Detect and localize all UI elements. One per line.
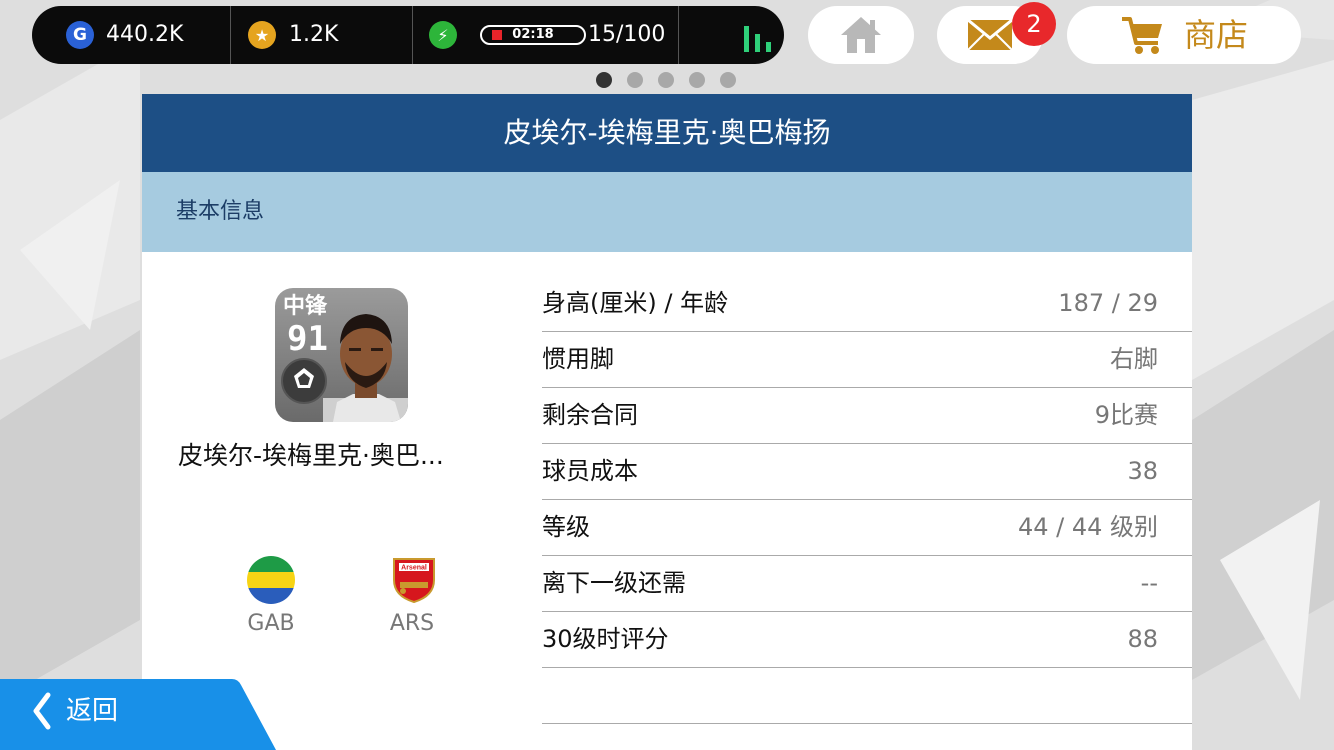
stamina-bar: 02:18 xyxy=(480,25,586,45)
stat-value: -- xyxy=(1140,569,1158,597)
stat-value: 44 / 44 级别 xyxy=(1017,513,1158,541)
section-header: 基本信息 xyxy=(142,172,1192,252)
club-crest-icon[interactable]: Arsenal xyxy=(390,556,438,604)
stat-value: 88 xyxy=(1127,625,1158,653)
shop-button[interactable]: 商店 xyxy=(1067,6,1301,64)
home-icon xyxy=(841,17,881,53)
club-code: ARS xyxy=(389,611,435,636)
cart-icon xyxy=(1121,17,1162,54)
coin-star-icon: ★ xyxy=(248,21,276,49)
stat-value: 38 xyxy=(1127,457,1158,485)
stat-row: 离下一级还需 -- xyxy=(542,556,1192,612)
stat-value: 9比赛 xyxy=(1094,401,1158,429)
player-card[interactable]: 中锋 91 xyxy=(275,288,408,422)
stat-row xyxy=(542,668,1192,724)
lightning-icon: ⚡ xyxy=(429,21,457,49)
player-name: 皮埃尔-埃梅里克·奥巴... xyxy=(178,441,444,470)
status-bar: G 440.2K ★ 1.2K ⚡ 02:18 15/100 xyxy=(32,6,784,64)
player-rating: 91 xyxy=(287,319,328,359)
home-button[interactable] xyxy=(808,6,914,64)
stat-label: 等级 xyxy=(542,513,590,541)
stat-row: 剩余合同 9比赛 xyxy=(542,388,1192,444)
ball-icon xyxy=(281,358,327,404)
page-dot[interactable] xyxy=(596,72,612,88)
stat-value: 187 / 29 xyxy=(1058,289,1158,317)
stats-bars-icon[interactable] xyxy=(744,26,774,52)
stat-row: 身高(厘米) / 年龄 187 / 29 xyxy=(542,276,1192,332)
stamina-timer: 02:18 xyxy=(512,27,554,42)
gp-amount: 440.2K xyxy=(106,22,184,47)
mail-icon xyxy=(967,19,1013,51)
page-indicator xyxy=(596,72,736,88)
gabon-flag-icon[interactable] xyxy=(247,556,295,604)
club-crest-text: Arsenal xyxy=(401,565,427,572)
stat-row: 等级 44 / 44 级别 xyxy=(542,500,1192,556)
stat-label: 身高(厘米) / 年龄 xyxy=(542,289,729,317)
page-dot[interactable] xyxy=(689,72,705,88)
mail-badge: 2 xyxy=(1012,2,1056,46)
shop-label: 商店 xyxy=(1183,16,1248,54)
stat-label: 离下一级还需 xyxy=(542,569,686,597)
gp-icon: G xyxy=(66,21,94,49)
stat-label: 惯用脚 xyxy=(542,345,614,373)
stat-row: 30级时评分 88 xyxy=(542,612,1192,668)
nationality-code: GAB xyxy=(247,611,295,636)
stat-label: 剩余合同 xyxy=(542,401,638,429)
section-title: 基本信息 xyxy=(176,199,265,224)
stat-row: 惯用脚 右脚 xyxy=(542,332,1192,388)
player-info-panel: 皮埃尔-埃梅里克·奥巴梅扬 基本信息 中锋 91 皮埃尔-埃梅里克·奥巴... xyxy=(142,94,1192,750)
stat-row: 球员成本 38 xyxy=(542,444,1192,500)
player-position: 中锋 xyxy=(283,294,328,319)
page-dot[interactable] xyxy=(627,72,643,88)
player-photo xyxy=(323,314,408,422)
divider xyxy=(412,6,413,64)
stat-value: 右脚 xyxy=(1110,345,1158,373)
stats-list: 身高(厘米) / 年龄 187 / 29 惯用脚 右脚 剩余合同 9比赛 球员成… xyxy=(542,276,1192,724)
stat-label: 30级时评分 xyxy=(542,625,669,653)
divider xyxy=(230,6,231,64)
stat-label: 球员成本 xyxy=(542,457,638,485)
page-dot[interactable] xyxy=(658,72,674,88)
back-label: 返回 xyxy=(66,696,119,726)
back-button[interactable] xyxy=(0,679,276,750)
page-title: 皮埃尔-埃梅里克·奥巴梅扬 xyxy=(142,94,1192,172)
divider xyxy=(678,6,679,64)
stamina-count: 15/100 xyxy=(588,22,666,47)
coins-amount: 1.2K xyxy=(289,22,339,47)
page-dot[interactable] xyxy=(720,72,736,88)
